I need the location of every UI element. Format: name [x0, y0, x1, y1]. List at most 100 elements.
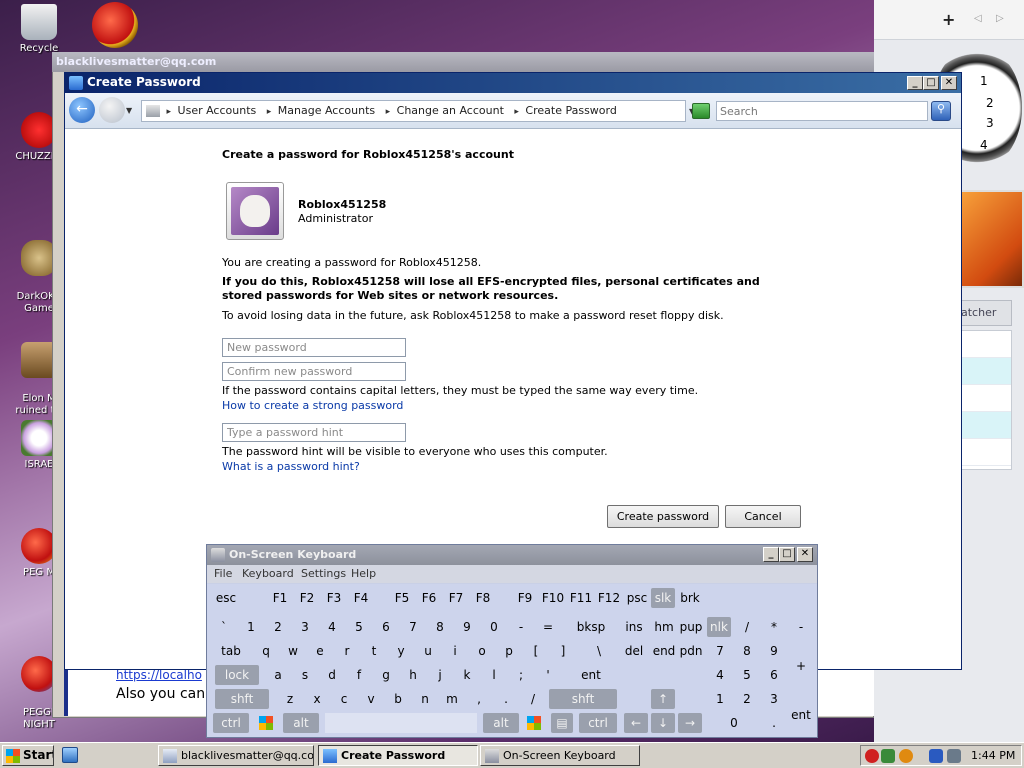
key-num-minus[interactable]: - [790, 617, 812, 637]
key-backtick[interactable]: ` [213, 617, 235, 637]
list-item[interactable] [961, 412, 1011, 439]
key-backspace[interactable]: bksp [564, 617, 618, 637]
key-y[interactable]: y [390, 641, 412, 661]
osk-title-bar[interactable]: On-Screen Keyboard _ □ ✕ [207, 545, 817, 565]
breadcrumb-separator-icon[interactable]: ▸ [167, 107, 172, 117]
desktop-icon-recycle-bin[interactable]: Recycle [4, 4, 74, 55]
key-n[interactable]: n [414, 689, 436, 709]
security-alert-icon[interactable] [865, 749, 879, 763]
key-f9[interactable]: F9 [514, 588, 536, 608]
menu-settings[interactable]: Settings [301, 567, 346, 580]
breadcrumb-change-account[interactable]: Change an Account [397, 104, 504, 117]
key-1[interactable]: 1 [240, 617, 262, 637]
key-num-lock[interactable]: nlk [707, 617, 731, 637]
key-q[interactable]: q [255, 641, 277, 661]
list-item[interactable] [961, 439, 1011, 466]
minimize-button[interactable]: _ [907, 76, 923, 90]
key-num-8[interactable]: 8 [736, 641, 758, 661]
next-gadget-button[interactable]: ▷ [996, 13, 1004, 24]
menu-keyboard[interactable]: Keyboard [242, 567, 294, 580]
key-f2[interactable]: F2 [296, 588, 318, 608]
breadcrumb-separator-icon[interactable]: ▸ [386, 107, 391, 117]
key-l[interactable]: l [483, 665, 505, 685]
breadcrumb[interactable]: ▸ User Accounts ▸ Manage Accounts ▸ Chan… [141, 100, 686, 122]
key-right-alt[interactable]: alt [483, 713, 519, 733]
chevron-down-icon[interactable]: ▼ [126, 106, 132, 115]
key-2[interactable]: 2 [267, 617, 289, 637]
key-f7[interactable]: F7 [445, 588, 467, 608]
search-input[interactable] [716, 101, 928, 121]
osk-close-button[interactable]: ✕ [797, 547, 813, 562]
key-home[interactable]: hm [651, 617, 677, 637]
key-slash[interactable]: / [522, 689, 544, 709]
breadcrumb-separator-icon[interactable]: ▸ [267, 107, 272, 117]
key-f1[interactable]: F1 [269, 588, 291, 608]
key-num-3[interactable]: 3 [763, 689, 785, 709]
key-delete[interactable]: del [621, 641, 647, 661]
key-quote[interactable]: ' [537, 665, 559, 685]
prev-gadget-button[interactable]: ◁ [974, 13, 982, 24]
key-caps-lock[interactable]: lock [215, 665, 259, 685]
key-p[interactable]: p [498, 641, 520, 661]
key-right-ctrl[interactable]: ctrl [579, 713, 617, 733]
key-f4[interactable]: F4 [350, 588, 372, 608]
key-3[interactable]: 3 [294, 617, 316, 637]
key-brk[interactable]: brk [677, 588, 703, 608]
key-num-enter[interactable]: ent [790, 705, 812, 725]
new-password-field[interactable] [222, 338, 406, 357]
key-r[interactable]: r [336, 641, 358, 661]
breadcrumb-separator-icon[interactable]: ▸ [514, 107, 519, 117]
key-esc[interactable]: esc [211, 588, 241, 608]
key-left-ctrl[interactable]: ctrl [213, 713, 249, 733]
back-button[interactable]: ← [69, 97, 95, 123]
key-w[interactable]: w [282, 641, 304, 661]
key-psc[interactable]: psc [624, 588, 650, 608]
key-right-shift[interactable]: shft [549, 689, 617, 709]
key-v[interactable]: v [360, 689, 382, 709]
key-4[interactable]: 4 [321, 617, 343, 637]
confirm-password-field[interactable] [222, 362, 406, 381]
key-f6[interactable]: F6 [418, 588, 440, 608]
key-e[interactable]: e [309, 641, 331, 661]
list-item[interactable] [961, 331, 1011, 358]
key-u[interactable]: u [417, 641, 439, 661]
key-num-7[interactable]: 7 [709, 641, 731, 661]
key-arrow-left[interactable]: ← [624, 713, 648, 733]
key-tab[interactable]: tab [213, 641, 249, 661]
key-f12[interactable]: F12 [596, 588, 622, 608]
slideshow-gadget[interactable] [960, 190, 1024, 288]
start-button[interactable]: Start [2, 745, 54, 766]
key-6[interactable]: 6 [375, 617, 397, 637]
breadcrumb-user-accounts[interactable]: User Accounts [178, 104, 257, 117]
key-num-4[interactable]: 4 [709, 665, 731, 685]
key-h[interactable]: h [402, 665, 424, 685]
list-item[interactable] [961, 385, 1011, 412]
gadget-list[interactable] [960, 330, 1012, 470]
key-j[interactable]: j [429, 665, 451, 685]
key-slk[interactable]: slk [651, 588, 675, 608]
add-gadget-button[interactable]: + [942, 10, 955, 29]
key-num-2[interactable]: 2 [736, 689, 758, 709]
key-num-divide[interactable]: / [736, 617, 758, 637]
search-icon[interactable]: ⚲ [931, 101, 951, 121]
key-num-plus[interactable]: + [790, 656, 812, 676]
key-page-down[interactable]: pdn [678, 641, 704, 661]
volume-icon[interactable] [947, 749, 961, 763]
strong-password-link[interactable]: How to create a strong password [222, 399, 403, 412]
key-o[interactable]: o [471, 641, 493, 661]
key-equals[interactable]: = [537, 617, 559, 637]
windows-logo-icon[interactable] [255, 713, 277, 733]
key-f5[interactable]: F5 [391, 588, 413, 608]
password-hint-field[interactable] [222, 423, 406, 442]
create-password-button[interactable]: Create password [607, 505, 719, 528]
taskbar-item-create-password[interactable]: Create Password [318, 745, 478, 766]
key-f[interactable]: f [348, 665, 370, 685]
key-x[interactable]: x [306, 689, 328, 709]
clock-time[interactable]: 1:44 PM [971, 749, 1015, 762]
key-arrow-right[interactable]: → [678, 713, 702, 733]
key-0[interactable]: 0 [483, 617, 505, 637]
key-backslash[interactable]: \ [579, 641, 619, 661]
windows-logo-icon[interactable] [523, 713, 545, 733]
key-comma[interactable]: , [468, 689, 490, 709]
key-left-alt[interactable]: alt [283, 713, 319, 733]
